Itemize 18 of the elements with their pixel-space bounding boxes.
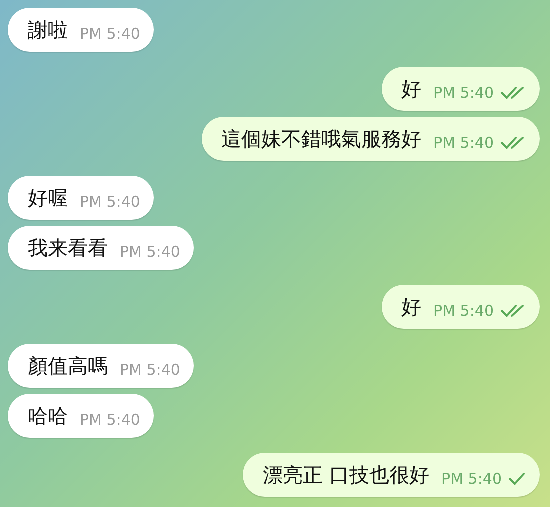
message-text: 漂亮正 口技也很好 [263, 462, 430, 488]
message-time: PM 5:40 [434, 84, 494, 102]
message-time: PM 5:40 [80, 411, 140, 429]
message-time: PM 5:40 [442, 470, 502, 488]
message-time: PM 5:40 [434, 302, 494, 320]
message-text: 好 [402, 76, 422, 102]
message-time: PM 5:40 [434, 134, 494, 152]
message-text: 顏值高嗎 [28, 352, 108, 380]
message-text: 這個妹不錯哦氣服務好 [222, 126, 422, 152]
message-time: PM 5:40 [80, 193, 140, 211]
message-time: PM 5:40 [80, 25, 140, 43]
message-text: 好 [402, 294, 422, 320]
message-time: PM 5:40 [120, 361, 180, 379]
message-text: 哈哈 [28, 402, 68, 430]
message-text: 我来看看 [28, 234, 108, 262]
message-time: PM 5:40 [120, 243, 180, 261]
message-text: 好喔 [28, 184, 68, 212]
message-text: 謝啦 [28, 16, 68, 44]
